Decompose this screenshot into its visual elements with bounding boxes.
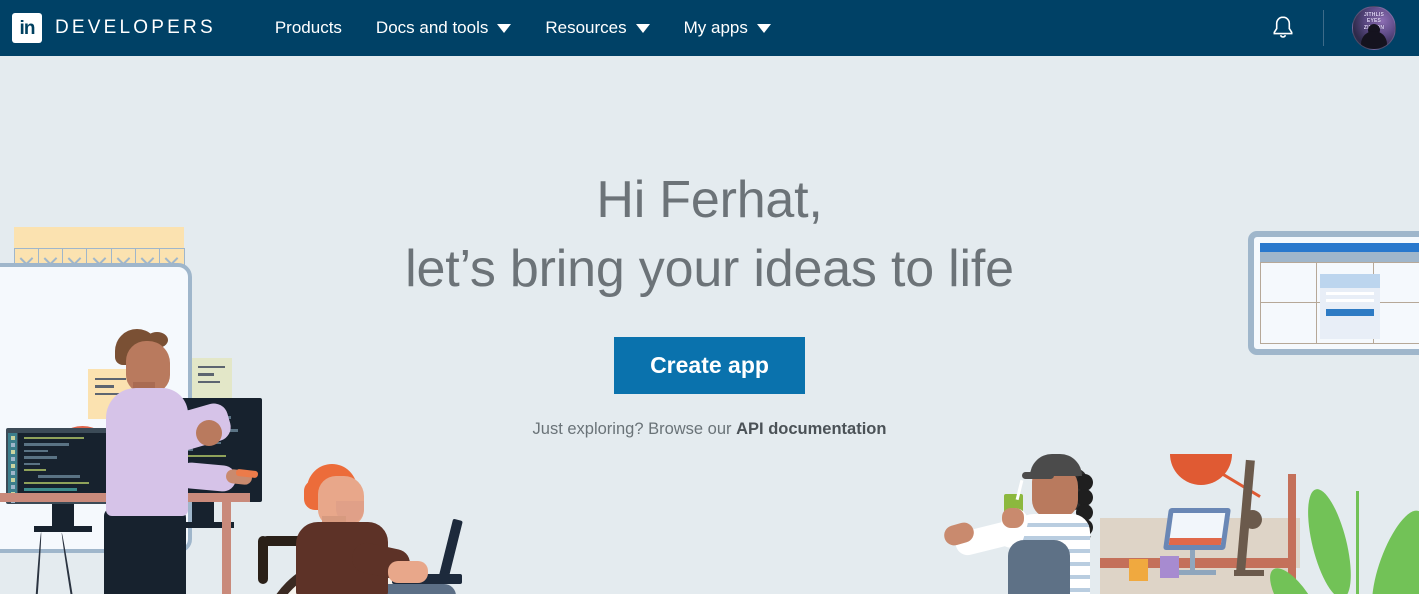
office-chair xyxy=(1008,540,1070,594)
nav-item-products[interactable]: Products xyxy=(258,0,359,56)
desk-lamp-joint xyxy=(1243,510,1262,529)
desk-lamp-shade xyxy=(1170,454,1232,485)
nav-right-group: JITHLIS EYES ZIRCON xyxy=(1271,6,1396,50)
person-standing-legs xyxy=(104,508,186,594)
chevron-down-icon xyxy=(497,23,512,33)
greeting-line-2: let’s bring your ideas to life xyxy=(405,239,1014,298)
chevron-down-icon xyxy=(635,23,650,33)
laptop-right xyxy=(1163,508,1231,550)
sticky-note-wall xyxy=(1129,559,1148,581)
desk-lamp-base xyxy=(1234,570,1264,576)
editor-sidebar xyxy=(8,433,17,503)
avatar[interactable]: JITHLIS EYES ZIRCON xyxy=(1352,6,1396,50)
person-standing-hand xyxy=(196,420,222,446)
plant-stem xyxy=(1356,491,1359,594)
plant-leaf xyxy=(1299,485,1360,594)
monitor-left-base xyxy=(34,526,92,532)
laptop-right-stand xyxy=(1190,550,1195,572)
nav-item-resources[interactable]: Resources xyxy=(528,0,666,56)
monitor-left-stand xyxy=(52,504,74,528)
nav-divider xyxy=(1323,10,1324,46)
person-wheelchair-hand xyxy=(388,561,428,583)
code-lines xyxy=(24,437,96,501)
top-navigation-bar: in DEVELOPERS Products Docs and tools Re… xyxy=(0,0,1419,56)
nav-item-my-apps[interactable]: My apps xyxy=(667,0,788,56)
nav-item-docs-and-tools-label: Docs and tools xyxy=(375,18,489,37)
hero-content: Hi Ferhat, let’s bring your ideas to lif… xyxy=(330,166,1090,439)
monitor-right-stand xyxy=(192,502,214,524)
wall-screen-toolbar xyxy=(1260,252,1419,262)
wall-screen-illustration xyxy=(1248,231,1419,355)
person-seated-cap-brim xyxy=(1022,472,1054,479)
calendar-header xyxy=(14,227,184,248)
create-app-button[interactable]: Create app xyxy=(614,337,805,395)
nav-item-products-label: Products xyxy=(274,18,342,37)
brand-name: DEVELOPERS xyxy=(55,17,216,38)
linkedin-logo-icon: in xyxy=(12,13,42,43)
api-documentation-link[interactable]: API documentation xyxy=(736,420,886,438)
wheelchair-handle-post xyxy=(258,536,268,584)
avatar-silhouette-body xyxy=(1361,31,1387,49)
chevron-down-icon xyxy=(756,23,771,33)
nav-links: Products Docs and tools Resources My app… xyxy=(258,0,788,56)
desk-left-leg xyxy=(222,502,231,594)
nav-item-my-apps-label: My apps xyxy=(683,18,748,37)
subline-prefix: Just exploring? Browse our xyxy=(532,420,737,439)
wall-screen-document xyxy=(1320,274,1380,339)
greeting-line-1: Hi Ferhat, xyxy=(596,171,823,229)
person-seated-hand-holding xyxy=(1002,508,1024,528)
sticky-note-wall-purple xyxy=(1160,556,1179,578)
brand-logo-group[interactable]: in DEVELOPERS xyxy=(12,13,216,43)
page-title: Hi Ferhat, let’s bring your ideas to lif… xyxy=(330,166,1090,303)
sticky-note-green xyxy=(192,358,232,402)
laptop-lid xyxy=(438,518,463,582)
nav-item-resources-label: Resources xyxy=(545,18,627,37)
nav-item-docs-and-tools[interactable]: Docs and tools xyxy=(359,0,528,56)
laptop-right-screen xyxy=(1168,513,1226,545)
wall-screen-titlebar xyxy=(1260,243,1419,252)
laptop-right-screen-accent xyxy=(1168,538,1222,545)
person-standing-body xyxy=(106,388,188,516)
bell-icon[interactable] xyxy=(1271,15,1295,41)
hero-subline: Just exploring? Browse our API documenta… xyxy=(330,420,1090,439)
document-header xyxy=(1320,274,1380,288)
